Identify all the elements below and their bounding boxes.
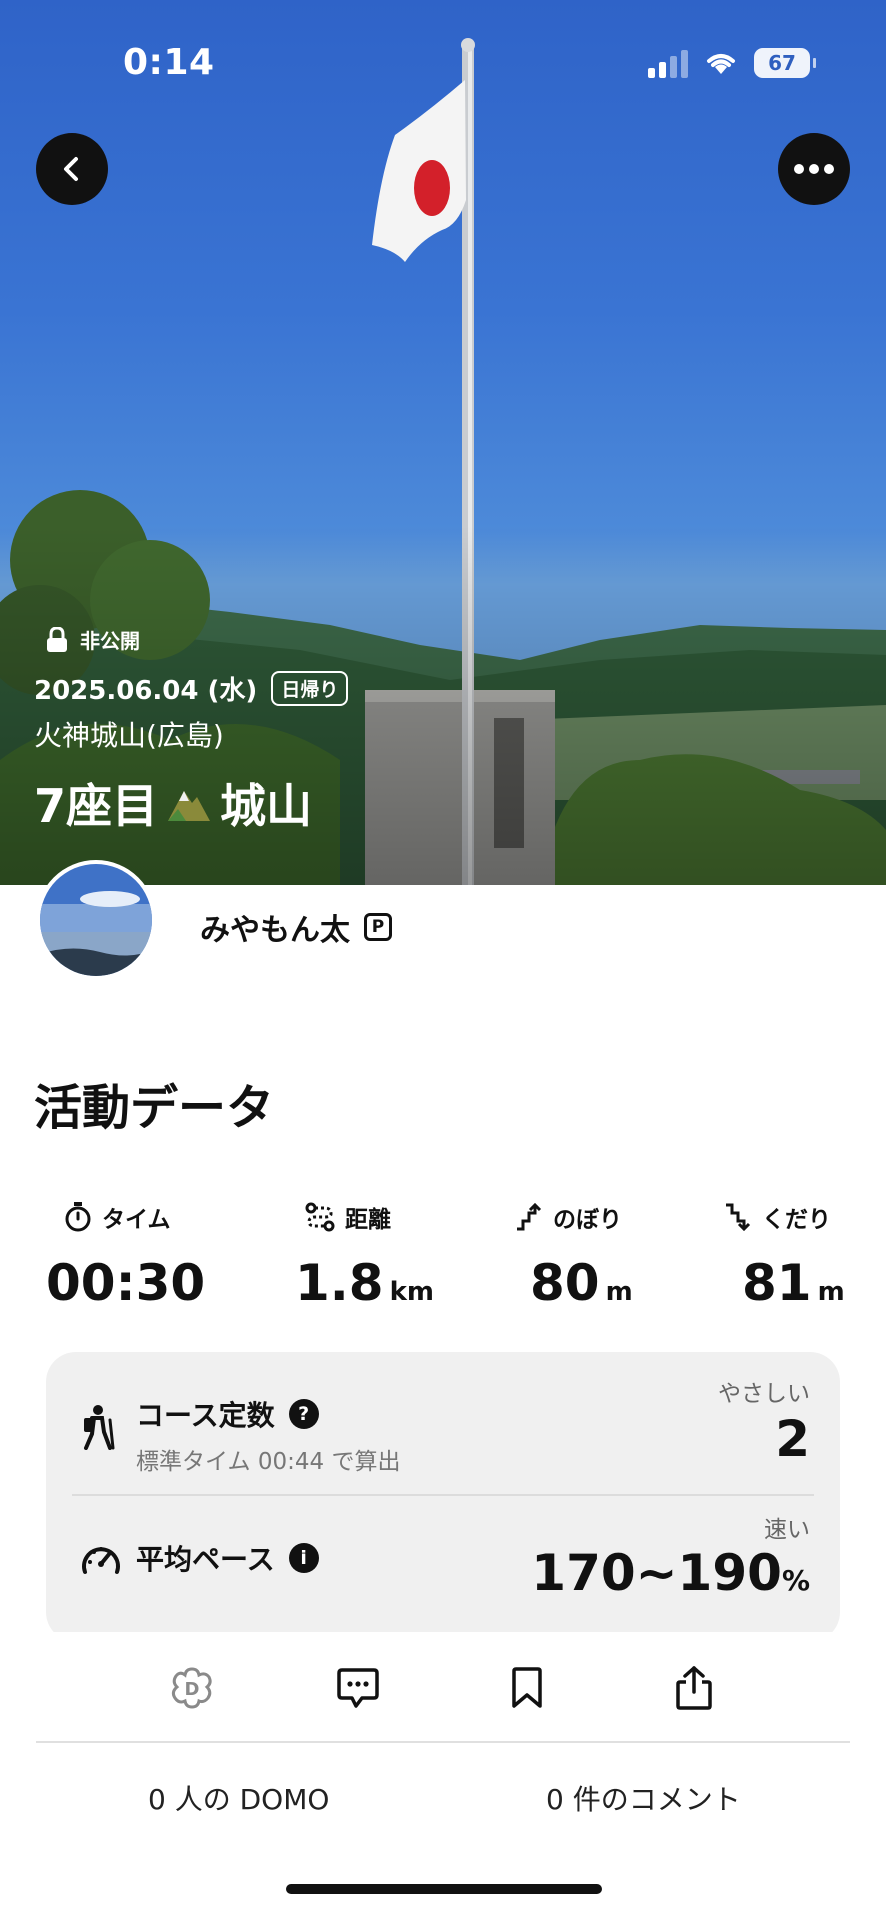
avatar-photo <box>40 864 152 976</box>
domo-button[interactable]: D <box>168 1664 216 1712</box>
share-icon <box>676 1666 712 1710</box>
course-constant-value: 2 <box>775 1410 810 1468</box>
stat-value: 80 <box>530 1254 600 1312</box>
signal-icon <box>648 48 688 78</box>
descent-icon <box>726 1203 751 1231</box>
lock-icon <box>47 626 67 652</box>
status-icons: 67 <box>648 48 816 78</box>
average-pace-row[interactable]: 平均ペース i 速い 170~190% <box>46 1496 840 1636</box>
course-constant-row[interactable]: コース定数 ? 標準タイム 00:44 で算出 やさしい 2 <box>46 1352 840 1492</box>
mountain-name: 火神城山(広島) <box>34 719 224 752</box>
activity-date-row: 2025.06.04 (水) 日帰り <box>34 670 349 707</box>
route-icon <box>305 1202 335 1232</box>
hiker-icon <box>84 1405 115 1450</box>
svg-text:D: D <box>185 1679 200 1700</box>
stat-unit: km <box>389 1277 434 1307</box>
course-constant-subtitle: 標準タイム 00:44 で算出 <box>136 1449 401 1475</box>
course-constant-title: コース定数 <box>136 1399 275 1432</box>
title-prefix: 7座目 <box>34 779 159 833</box>
stat-descent: くだり 81 m <box>722 1200 845 1312</box>
info-icon[interactable]: i <box>288 1543 319 1573</box>
stat-label: のぼり <box>553 1207 622 1233</box>
stat-label: タイム <box>102 1207 171 1233</box>
average-pace-title: 平均ペース <box>136 1543 275 1576</box>
stat-value: 1.8 <box>295 1254 384 1312</box>
domo-count-link[interactable]: 0 人の DOMO <box>148 1778 329 1818</box>
hero-photo: 0:14 67 非公開 2025.06.04 (水) 日帰り 火神城山(広島) … <box>0 0 886 885</box>
trip-type-badge: 日帰り <box>271 671 349 706</box>
action-bar: D <box>0 1632 886 1742</box>
ascent-icon <box>517 1203 542 1231</box>
activity-title: 7座目 城山 <box>34 770 312 836</box>
stat-distance: 距離 1.8 km <box>295 1200 434 1312</box>
stat-label: くだり <box>762 1207 831 1233</box>
activity-date: 2025.06.04 (水) <box>34 676 258 706</box>
comment-icon <box>337 1668 379 1708</box>
username[interactable]: みやもん太 <box>200 905 350 949</box>
difficulty-card: コース定数 ? 標準タイム 00:44 で算出 やさしい 2 平均ペース i 速… <box>46 1352 840 1642</box>
stat-unit: m <box>817 1277 845 1307</box>
privacy-label: 非公開 <box>80 629 140 653</box>
privacy-status: 非公開 <box>46 625 140 654</box>
username-row[interactable]: みやもん太 P <box>200 905 392 949</box>
avatar[interactable] <box>36 860 156 980</box>
section-title: 活動データ <box>34 1080 275 1136</box>
domo-flower-icon: D <box>171 1667 212 1709</box>
wifi-icon <box>707 54 735 74</box>
activity-stats: タイム 00:30 距離 1.8 km のぼり 80 m くだり 81 m <box>0 1200 886 1320</box>
help-icon[interactable]: ? <box>288 1399 319 1429</box>
course-level: やさしい <box>718 1381 810 1407</box>
stat-time: タイム 00:30 <box>46 1200 205 1312</box>
stopwatch-icon <box>65 1202 91 1232</box>
comment-count-link[interactable]: 0 件のコメント <box>546 1778 741 1818</box>
share-button[interactable] <box>670 1664 718 1712</box>
status-time: 0:14 <box>123 42 215 83</box>
stat-unit: m <box>605 1277 633 1307</box>
divider <box>36 1741 850 1743</box>
stat-value: 00:30 <box>46 1254 206 1312</box>
comment-button[interactable] <box>334 1664 382 1712</box>
title-suffix: 城山 <box>220 779 313 833</box>
more-dots-icon <box>794 164 834 174</box>
bookmark-button[interactable] <box>503 1664 551 1712</box>
bookmark-icon <box>512 1667 542 1708</box>
pace-level: 速い <box>764 1517 810 1543</box>
speedometer-icon <box>82 1547 120 1574</box>
mountain-emoji-icon <box>168 791 211 821</box>
home-indicator <box>286 1884 602 1894</box>
premium-badge: P <box>364 913 392 941</box>
chevron-left-icon <box>64 157 78 181</box>
stat-label: 距離 <box>345 1207 391 1233</box>
battery-icon: 67 <box>754 48 816 78</box>
back-button[interactable] <box>36 133 108 205</box>
pace-unit: % <box>781 1564 810 1597</box>
stat-value: 81 <box>742 1254 812 1312</box>
pace-value: 170~190 <box>531 1544 782 1602</box>
more-button[interactable] <box>778 133 850 205</box>
stat-ascent: のぼり 80 m <box>515 1200 633 1312</box>
